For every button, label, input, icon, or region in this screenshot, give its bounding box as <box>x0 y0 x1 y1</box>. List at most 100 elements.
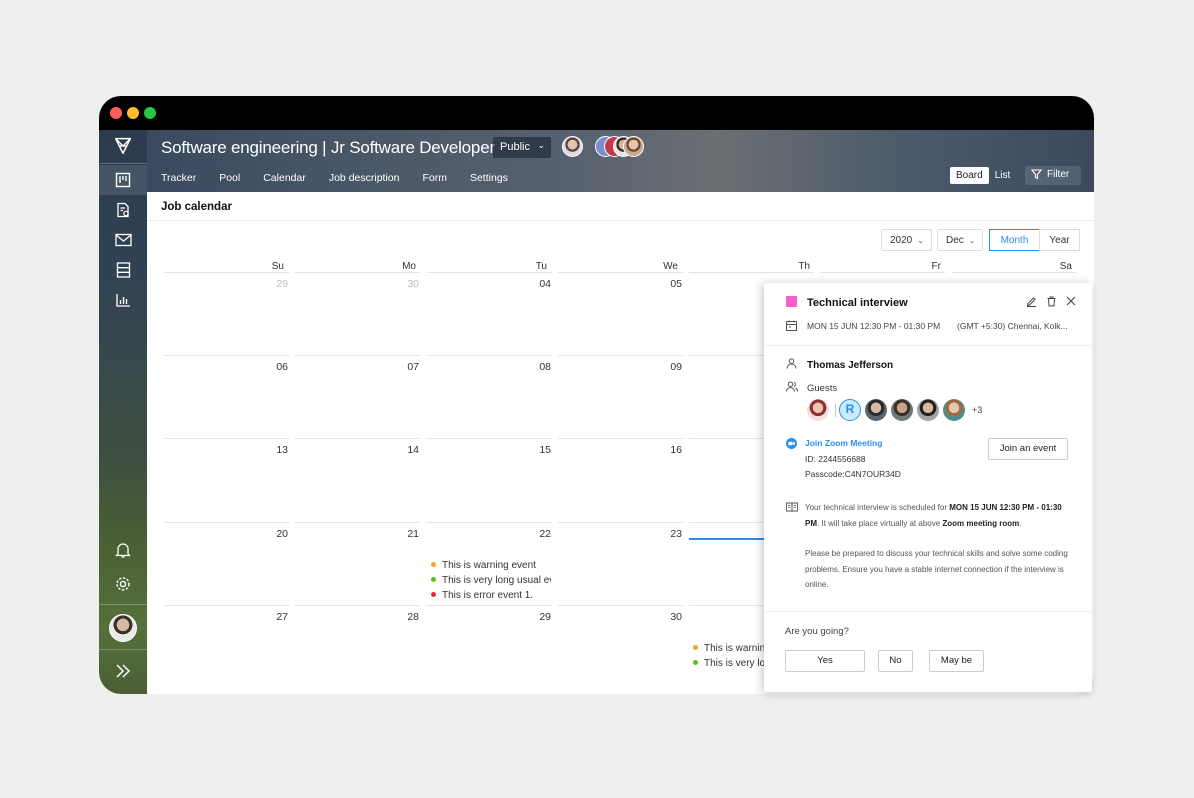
calendar-day-number[interactable]: 22 <box>521 528 551 540</box>
calendar-cell-border <box>164 355 289 356</box>
weekday-header: Th <box>798 261 810 272</box>
calendar-day-number[interactable]: 21 <box>389 528 419 540</box>
rsvp-no-button[interactable]: No <box>878 650 913 672</box>
guest-avatar[interactable] <box>891 399 913 421</box>
calendar-cell-border <box>295 438 420 439</box>
mail-icon <box>114 233 132 247</box>
calendar-day-number[interactable]: 04 <box>521 278 551 290</box>
sidebar-item-reports[interactable] <box>99 285 147 315</box>
visibility-dropdown[interactable]: Public ⌄ <box>493 137 551 158</box>
calendar-cell-border <box>820 272 945 273</box>
user-avatar[interactable] <box>109 614 137 642</box>
close-icon[interactable] <box>1066 296 1076 306</box>
settings-button[interactable] <box>99 569 147 599</box>
weekday-header: Su <box>271 261 284 272</box>
gear-icon <box>116 577 130 591</box>
zoom-meeting-link[interactable]: Join Zoom Meeting <box>805 438 882 448</box>
header-tabs: Tracker Pool Calendar Job description Fo… <box>161 172 531 194</box>
notifications-button[interactable] <box>99 535 147 565</box>
calendar-day-number[interactable]: 08 <box>521 361 551 373</box>
month-select[interactable]: Dec ⌄ <box>937 229 983 251</box>
calendar-cell-border <box>427 272 552 273</box>
calendar-day-number[interactable]: 27 <box>258 611 288 623</box>
guest-avatar[interactable] <box>865 399 887 421</box>
calendar-day-number[interactable]: 09 <box>652 361 682 373</box>
chevron-down-icon: ⌄ <box>917 236 924 245</box>
calendar-day-number[interactable]: 29 <box>258 278 288 290</box>
weekday-header: Mo <box>402 261 416 272</box>
calendar-cell-border <box>427 522 552 523</box>
calendar-day-number[interactable]: 15 <box>521 444 551 456</box>
sidebar-item-mail[interactable] <box>99 225 147 255</box>
calendar-event[interactable]: This is error event 1. <box>431 590 551 601</box>
divider <box>147 220 1094 221</box>
sidebar-item-documents[interactable] <box>99 195 147 225</box>
expand-sidebar-button[interactable] <box>99 652 147 690</box>
tab-settings[interactable]: Settings <box>470 172 508 188</box>
event-label: This is very long usual event <box>704 658 765 669</box>
rsvp-yes-button[interactable]: Yes <box>785 650 865 672</box>
guest-avatar[interactable] <box>807 399 829 421</box>
app-logo-icon[interactable] <box>99 132 147 160</box>
year-view-button[interactable]: Year <box>1039 229 1080 251</box>
event-dot <box>431 562 436 567</box>
divider <box>835 403 836 417</box>
description-text: . It will take place virtually at above <box>817 518 943 528</box>
sidebar-divider <box>99 163 147 164</box>
calendar-day-number[interactable]: 30 <box>652 611 682 623</box>
close-window-button[interactable] <box>110 107 122 119</box>
today-indicator <box>689 538 764 540</box>
tab-tracker[interactable]: Tracker <box>161 172 196 188</box>
team-avatar[interactable] <box>623 136 644 157</box>
tab-form[interactable]: Form <box>422 172 447 188</box>
year-select[interactable]: 2020 ⌄ <box>881 229 932 251</box>
description-bold: Zoom meeting room <box>942 518 1020 528</box>
calendar-day-number[interactable]: 28 <box>389 611 419 623</box>
visibility-value: Public <box>500 141 530 153</box>
minimize-window-button[interactable] <box>127 107 139 119</box>
calendar-day-number[interactable]: 29 <box>521 611 551 623</box>
tab-calendar[interactable]: Calendar <box>263 172 306 194</box>
guest-avatar[interactable] <box>917 399 939 421</box>
join-event-button[interactable]: Join an event <box>988 438 1068 460</box>
calendar-day-number[interactable]: 07 <box>389 361 419 373</box>
calendar-cell-border <box>427 438 552 439</box>
calendar-day-number[interactable]: 14 <box>389 444 419 456</box>
calendar-day-number[interactable]: 06 <box>258 361 288 373</box>
rsvp-maybe-button[interactable]: May be <box>929 650 984 672</box>
job-header: Software engineering | Jr Software Devel… <box>147 130 1094 194</box>
calendar-day-number[interactable]: 13 <box>258 444 288 456</box>
calendar-cell-border <box>295 605 420 606</box>
guests-label: Guests <box>807 383 838 394</box>
sidebar-item-database[interactable] <box>99 255 147 285</box>
calendar-day-number[interactable]: 23 <box>652 528 682 540</box>
board-view-button[interactable]: Board <box>950 167 989 184</box>
event-datetime: MON 15 JUN 12:30 PM - 01:30 PM <box>807 321 941 331</box>
bell-icon <box>115 542 131 558</box>
calendar-day-number[interactable]: 20 <box>258 528 288 540</box>
calendar-event[interactable]: This is very long usual event <box>693 658 765 669</box>
maximize-window-button[interactable] <box>144 107 156 119</box>
calendar-event[interactable]: This is warning event <box>431 560 551 571</box>
calendar-day-number[interactable]: 30 <box>389 278 419 290</box>
tab-job-description[interactable]: Job description <box>329 172 400 188</box>
filter-button[interactable]: Filter <box>1025 166 1081 185</box>
event-dot <box>693 645 698 650</box>
tab-pool[interactable]: Pool <box>219 172 240 188</box>
calendar-day-number[interactable]: 16 <box>652 444 682 456</box>
more-guests-count[interactable]: +3 <box>972 405 982 415</box>
owner-avatar[interactable] <box>562 136 583 157</box>
weekday-header: We <box>663 261 678 272</box>
chevron-down-icon: ⌄ <box>968 236 976 245</box>
trash-icon[interactable] <box>1046 296 1057 307</box>
calendar-event[interactable]: This is very long usual event <box>431 575 551 586</box>
calendar-day-number[interactable]: 05 <box>652 278 682 290</box>
calendar-event[interactable]: This is warning event <box>693 643 765 654</box>
edit-icon[interactable] <box>1026 296 1037 307</box>
event-color-swatch <box>786 296 797 307</box>
sidebar-item-board[interactable] <box>99 165 147 195</box>
list-view-button[interactable]: List <box>989 167 1017 184</box>
guest-avatar[interactable]: R <box>839 399 861 421</box>
month-view-button[interactable]: Month <box>989 229 1040 251</box>
guest-avatar[interactable] <box>943 399 965 421</box>
